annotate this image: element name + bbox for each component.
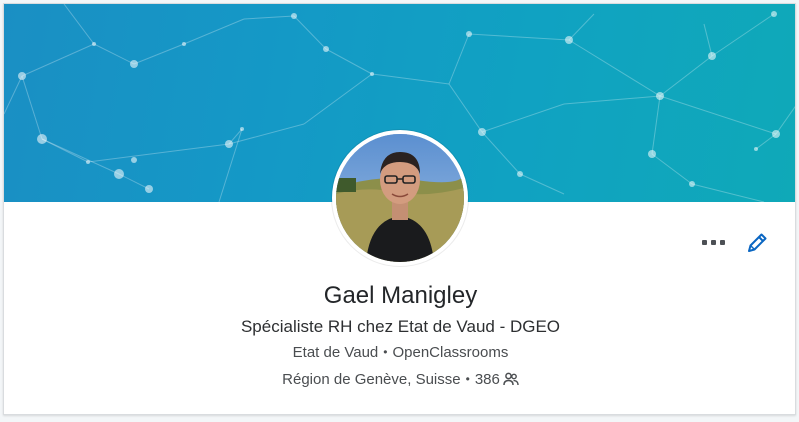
- separator: •: [383, 345, 388, 359]
- pencil-icon: [748, 233, 767, 252]
- profile-headline: Spécialiste RH chez Etat de Vaud - DGEO: [240, 317, 561, 336]
- profile-location-line: Région de Genève, Suisse • 386: [4, 368, 795, 391]
- profile-organizations: Etat de Vaud • OpenClassrooms: [4, 341, 795, 364]
- education-link[interactable]: OpenClassrooms: [392, 344, 508, 361]
- profile-name: Gael Manigley: [323, 282, 478, 309]
- connections-count: 386: [474, 371, 500, 388]
- current-company-link[interactable]: Etat de Vaud: [293, 344, 379, 361]
- more-horizontal-icon: [702, 240, 707, 245]
- more-actions-button[interactable]: [700, 232, 728, 252]
- people-icon: [503, 372, 519, 386]
- profile-photo: [336, 134, 464, 262]
- separator: •: [465, 372, 470, 386]
- edit-profile-button[interactable]: [744, 230, 770, 256]
- avatar[interactable]: [332, 130, 468, 266]
- profile-card: Gael Manigley Spécialiste RH chez Etat d…: [3, 3, 796, 415]
- connections-link[interactable]: 386: [475, 371, 519, 388]
- profile-location: Région de Genève, Suisse: [282, 371, 461, 388]
